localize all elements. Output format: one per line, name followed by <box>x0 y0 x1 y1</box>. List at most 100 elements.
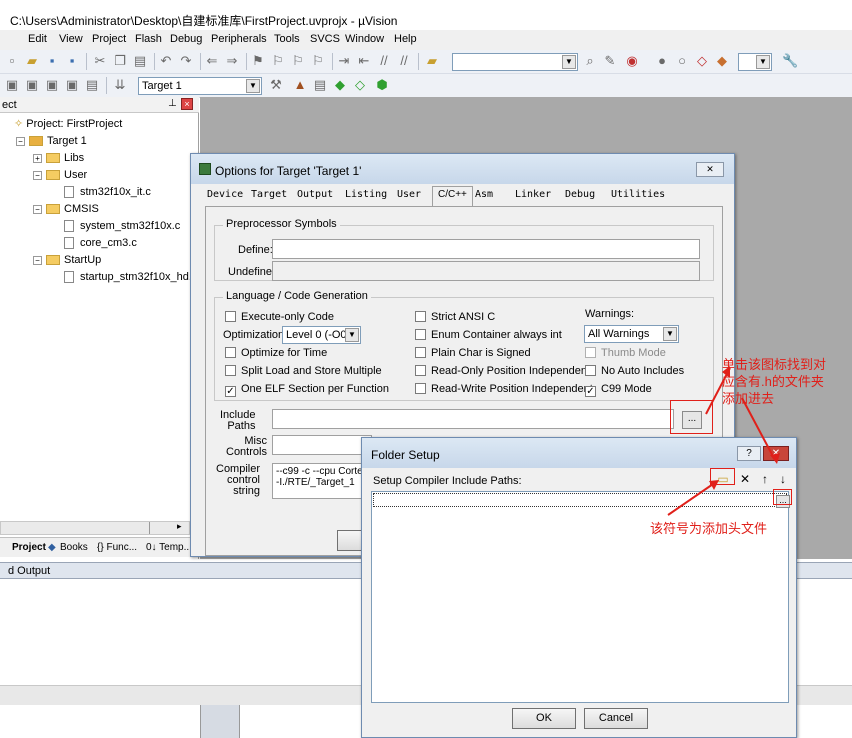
target-options-icon[interactable]: ⚒ <box>268 77 284 93</box>
download-icon[interactable]: ⇊ <box>112 77 128 93</box>
nav-forward-icon[interactable]: ⇒ <box>224 53 240 69</box>
enum-int-checkbox[interactable]: Enum Container always int <box>415 329 562 341</box>
include-paths-input[interactable] <box>272 409 674 429</box>
find-combo[interactable]: ▼ <box>452 53 578 71</box>
menu-tools[interactable]: Tools <box>274 33 300 45</box>
rebuild-icon[interactable]: ▣ <box>44 77 60 93</box>
tab-listing[interactable]: Listing <box>345 189 387 200</box>
ok-button[interactable]: OK <box>512 708 576 729</box>
no-auto-includes-checkbox[interactable]: No Auto Includes <box>585 365 684 377</box>
tree-file[interactable]: core_cm3.c <box>64 235 137 251</box>
menu-project[interactable]: Project <box>92 33 126 45</box>
config-icon[interactable]: ◆ <box>714 53 730 69</box>
tree-project-root[interactable]: ✧ Project: FirstProject <box>14 116 122 132</box>
menu-edit[interactable]: Edit <box>28 33 47 45</box>
undo-icon[interactable]: ↶ <box>158 53 174 69</box>
strict-ansi-checkbox[interactable]: Strict ANSI C <box>415 311 495 323</box>
horizontal-scrollbar[interactable]: ▸ <box>0 521 190 535</box>
one-elf-checkbox[interactable]: ✓ One ELF Section per Function <box>225 383 389 397</box>
breakpoint-icon[interactable]: ● <box>654 53 670 69</box>
expand-icon[interactable]: + <box>33 153 42 163</box>
tree-group-startup[interactable]: − StartUp <box>33 252 101 268</box>
tree-target[interactable]: − Target 1 <box>16 133 87 149</box>
menu-window[interactable]: Window <box>345 33 384 45</box>
comment-icon[interactable]: // <box>376 53 392 69</box>
collapse-icon[interactable]: − <box>33 170 42 180</box>
chevron-down-icon[interactable]: ▼ <box>246 79 260 93</box>
tools-wrench-icon[interactable]: 🔧 <box>782 53 798 69</box>
tree-file[interactable]: system_stm32f10x.c <box>64 218 180 234</box>
delete-icon[interactable]: ✕ <box>737 471 753 487</box>
move-up-icon[interactable]: ↑ <box>757 471 773 487</box>
include-path-edit-row[interactable]: ... <box>373 493 790 508</box>
menu-debug[interactable]: Debug <box>170 33 202 45</box>
move-down-icon[interactable]: ↓ <box>775 471 791 487</box>
ropi-checkbox[interactable]: Read-Only Position Independent <box>415 365 590 377</box>
collapse-icon[interactable]: − <box>33 204 42 214</box>
close-icon[interactable]: ✕ <box>696 162 724 177</box>
stop-build-icon[interactable]: ▤ <box>84 77 100 93</box>
prev-bookmark-icon[interactable]: ⚐ <box>270 53 286 69</box>
tab-asm[interactable]: Asm <box>475 189 493 200</box>
build-icon[interactable]: ▣ <box>24 77 40 93</box>
disable-breakpoint-icon[interactable]: ○ <box>674 53 690 69</box>
pack-installer-icon[interactable]: ◆ <box>332 77 348 93</box>
collapse-icon[interactable]: − <box>16 136 25 146</box>
select-packs-icon[interactable]: ◇ <box>352 77 368 93</box>
tree-group-cmsis[interactable]: − CMSIS <box>33 201 99 217</box>
debug-session-icon[interactable]: ◉ <box>624 53 640 69</box>
menu-peripherals[interactable]: Peripherals <box>211 33 267 45</box>
save-all-icon[interactable]: ▪ <box>64 53 80 69</box>
plain-char-checkbox[interactable]: Plain Char is Signed <box>415 347 531 359</box>
tab-cc[interactable]: C/C++ <box>432 186 473 206</box>
menu-svcs[interactable]: SVCS <box>310 33 340 45</box>
copy-icon[interactable]: ❐ <box>112 53 128 69</box>
tab-output[interactable]: Output <box>297 189 333 200</box>
bookmark-icon[interactable]: ⚑ <box>250 53 266 69</box>
tab-functions[interactable]: {} Func... <box>97 542 137 553</box>
batch-build-icon[interactable]: ▣ <box>64 77 80 93</box>
manage-components-icon[interactable]: ▤ <box>312 77 328 93</box>
misc-controls-input[interactable] <box>272 435 372 455</box>
collapse-icon[interactable]: − <box>33 255 42 265</box>
tree-file[interactable]: startup_stm32f10x_hd.s <box>64 269 197 285</box>
cut-icon[interactable]: ✂ <box>92 53 108 69</box>
menu-view[interactable]: View <box>59 33 83 45</box>
uncomment-icon[interactable]: // <box>396 53 412 69</box>
tab-user[interactable]: User <box>397 189 421 200</box>
tree-file[interactable]: stm32f10x_it.c <box>64 184 151 200</box>
redo-icon[interactable]: ↷ <box>178 53 194 69</box>
tab-target[interactable]: Target <box>251 189 287 200</box>
tab-device[interactable]: Device <box>207 189 243 200</box>
tree-group-libs[interactable]: + Libs <box>33 150 84 166</box>
find-in-files-icon[interactable]: ▰ <box>424 53 440 69</box>
translate-icon[interactable]: ▣ <box>4 77 20 93</box>
c99-mode-checkbox[interactable]: ✓ C99 Mode <box>585 383 652 397</box>
chevron-down-icon[interactable]: ▼ <box>756 55 770 69</box>
tab-books[interactable]: Books <box>60 542 88 553</box>
tab-project[interactable]: Project <box>12 542 46 553</box>
nav-back-icon[interactable]: ⇐ <box>204 53 220 69</box>
rwpi-checkbox[interactable]: Read-Write Position Independent <box>415 383 593 395</box>
optimize-time-checkbox[interactable]: Optimize for Time <box>225 347 327 359</box>
file-extensions-icon[interactable]: ▲ <box>292 77 308 93</box>
help-button[interactable]: ? <box>737 446 761 461</box>
save-icon[interactable]: ▪ <box>44 53 60 69</box>
indent-icon[interactable]: ⇥ <box>336 53 352 69</box>
close-icon[interactable]: ✕ <box>763 446 789 461</box>
tab-debug[interactable]: Debug <box>565 189 595 200</box>
chevron-down-icon[interactable]: ▼ <box>663 327 677 341</box>
tree-group-user[interactable]: − User <box>33 167 87 183</box>
next-bookmark-icon[interactable]: ⚐ <box>290 53 306 69</box>
clear-bookmarks-icon[interactable]: ⚐ <box>310 53 326 69</box>
tab-templates[interactable]: 0↓ Temp... <box>146 542 192 553</box>
paste-icon[interactable]: ▤ <box>132 53 148 69</box>
window-layout-combo[interactable]: ▼ <box>738 53 772 71</box>
tab-utilities[interactable]: Utilities <box>611 189 665 200</box>
warnings-select[interactable]: All Warnings ▼ <box>584 325 679 343</box>
scroll-right-icon[interactable]: ▸ <box>177 521 182 532</box>
incremental-find-icon[interactable]: ✎ <box>602 53 618 69</box>
menu-flash[interactable]: Flash <box>135 33 162 45</box>
find-icon[interactable]: ⌕ <box>582 53 598 69</box>
optimization-select[interactable]: Level 0 (-O0) ▼ <box>282 326 361 344</box>
